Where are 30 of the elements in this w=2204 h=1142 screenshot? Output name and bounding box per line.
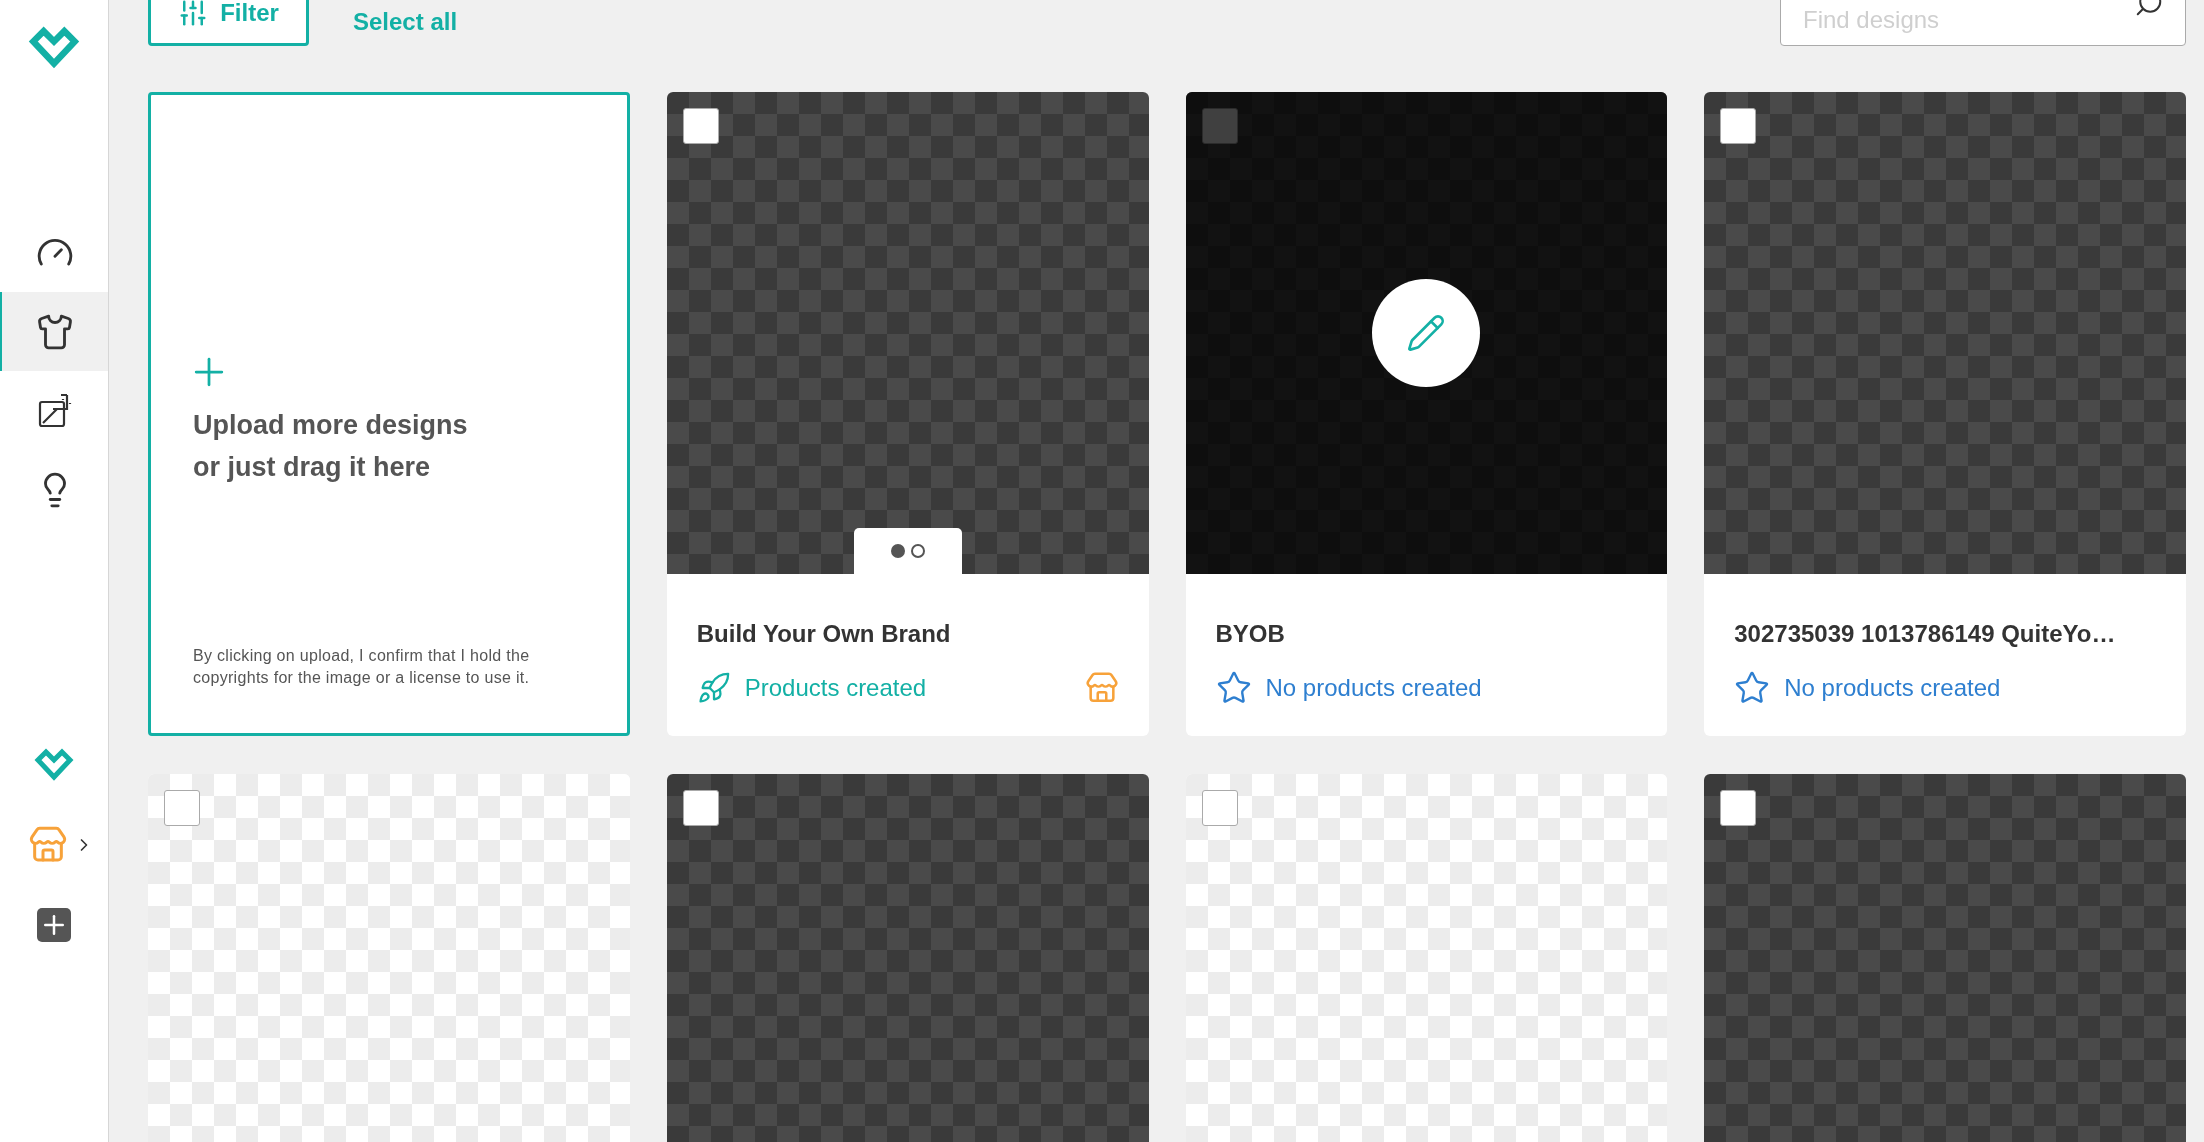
product-status: No products created (1265, 673, 1482, 703)
design-title: Build Your Own Brand (696, 619, 952, 649)
select-checkbox[interactable] (1720, 108, 1757, 144)
sidebar-nav-item[interactable] (0, 292, 108, 371)
pencil-icon (1406, 313, 1447, 353)
product-status: Products created (744, 673, 927, 703)
design-card[interactable]: BYOB No products created (1185, 92, 1668, 736)
store-icon (1084, 671, 1119, 705)
image-chart-icon (37, 392, 73, 429)
shirt-icon (36, 312, 74, 351)
rocket-icon (696, 671, 731, 705)
upload-card[interactable]: Upload more designs or just drag it here By clicking on upload, I confirm that I hold the copyrights for the image or a license to use it. (148, 92, 630, 736)
product-status: No products created (1784, 673, 2001, 703)
star-icon (1215, 670, 1252, 706)
design-title: 302735039 1013786149 QuiteYo… (1734, 619, 2117, 649)
logo-icon (28, 25, 80, 70)
store-icon (28, 825, 68, 865)
select-checkbox[interactable] (682, 108, 719, 144)
star-icon (1734, 670, 1771, 706)
plus-icon (37, 908, 71, 942)
select-checkbox[interactable] (1720, 790, 1757, 826)
design-card[interactable]: Build Your Own Brand Products created (666, 92, 1149, 736)
select-checkbox[interactable] (164, 790, 200, 826)
select-checkbox[interactable] (1201, 790, 1238, 826)
design-card[interactable]: 302735039 1013786149 QuiteYo… No products created (1704, 92, 2186, 736)
upload-notice: By clicking on upload, I confirm that I hold the copyrights for the image or a license to use it. (193, 646, 531, 688)
heart-icon (34, 748, 74, 782)
select-checkbox[interactable] (682, 790, 719, 826)
design-title: BYOB (1215, 619, 1286, 649)
upload-title: Upload more designs or just drag it here (193, 409, 469, 484)
